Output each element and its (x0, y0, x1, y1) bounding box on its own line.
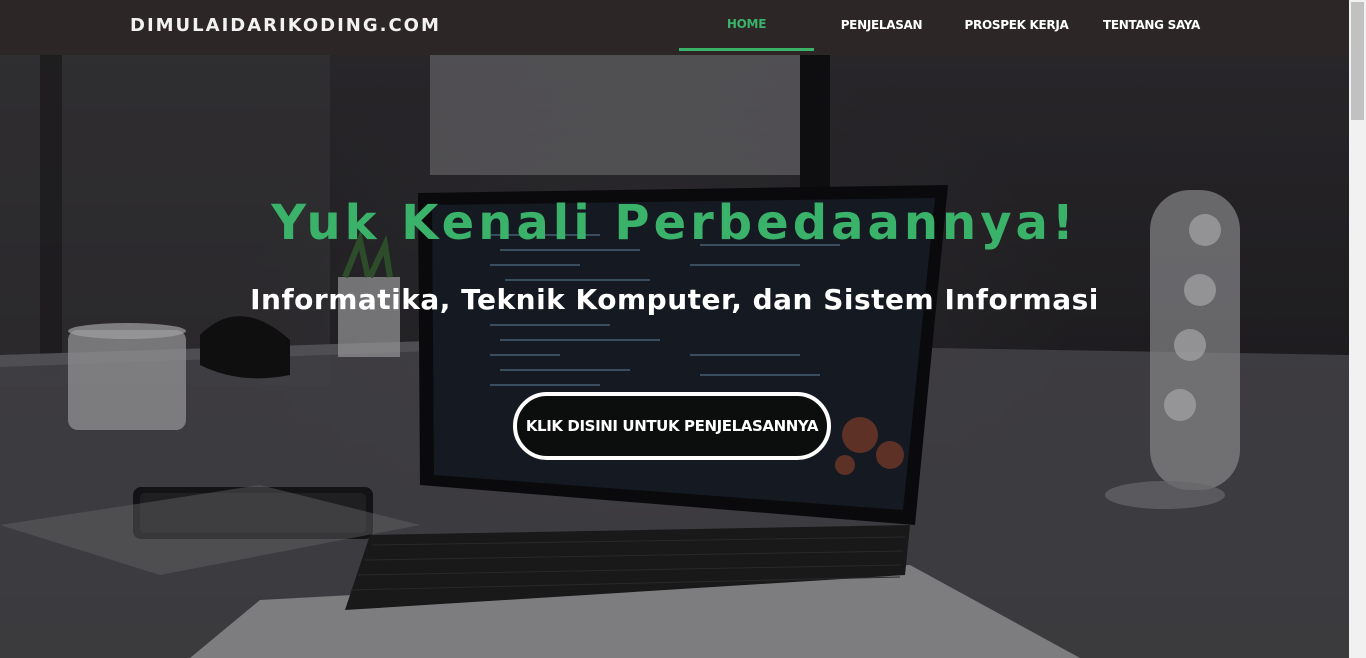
scrollbar-thumb[interactable] (1351, 2, 1364, 120)
page-scrollbar[interactable] (1349, 0, 1366, 658)
hero-dark-overlay (0, 55, 1349, 658)
nav-item-prospek-kerja[interactable]: PROSPEK KERJA (949, 0, 1084, 51)
hero-title: Yuk Kenali Perbedaannya! (271, 195, 1078, 251)
nav-item-penjelasan[interactable]: PENJELASAN (814, 0, 949, 51)
navbar: DIMULAIDARIKODING.COM HOME PENJELASAN PR… (0, 0, 1349, 55)
hero-section: Yuk Kenali Perbedaannya! Informatika, Te… (0, 55, 1349, 658)
nav-item-tentang-saya[interactable]: TENTANG SAYA (1084, 0, 1219, 51)
hero-subtitle: Informatika, Teknik Komputer, dan Sistem… (250, 283, 1099, 316)
site-brand-logo[interactable]: DIMULAIDARIKODING.COM (130, 15, 441, 36)
nav-item-home[interactable]: HOME (679, 0, 814, 51)
cta-explanation-button[interactable]: KLIK DISINI UNTUK PENJELASANNYA (513, 392, 831, 460)
